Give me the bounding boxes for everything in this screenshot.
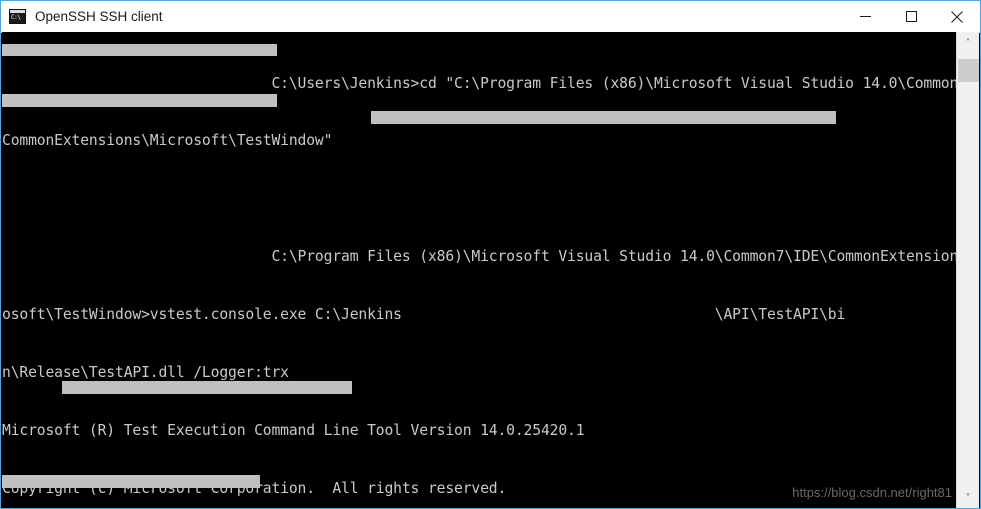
console-output[interactable]: C:\Users\Jenkins>cd "C:\Program Files (x… — [2, 32, 957, 508]
console-line: C:\Users\Jenkins>cd "C:\Program Files (x… — [2, 74, 957, 92]
scroll-down-arrow-icon[interactable]: ˅ — [957, 487, 979, 508]
redaction-bar — [62, 381, 352, 394]
vertical-scrollbar[interactable]: ˄ ˅ — [956, 32, 979, 508]
title-bar: OpenSSH SSH client — [1, 1, 980, 33]
redaction-bar — [2, 44, 277, 56]
minimize-button[interactable] — [842, 2, 888, 32]
redaction-bar — [2, 475, 260, 488]
scroll-up-arrow-icon[interactable]: ˄ — [957, 32, 979, 54]
console-line: C:\Program Files (x86)\Microsoft Visual … — [2, 248, 957, 266]
console-line: Microsoft (R) Test Execution Command Lin… — [2, 421, 585, 439]
console-line: CommonExtensions\Microsoft\TestWindow" — [2, 132, 333, 150]
console-line: osoft\TestWindow>vstest.console.exe C:\J… — [2, 306, 846, 324]
window-title: OpenSSH SSH client — [35, 9, 163, 24]
console-app-icon — [9, 9, 26, 24]
scrollbar-thumb[interactable] — [958, 59, 979, 82]
terminal-window: OpenSSH SSH client C:\Users\Jenkins>cd "… — [0, 0, 981, 509]
maximize-button[interactable] — [888, 2, 934, 32]
console-line: n\Release\TestAPI.dll /Logger:trx — [2, 364, 289, 382]
close-button[interactable] — [934, 2, 980, 32]
redaction-bar — [371, 111, 836, 124]
redaction-bar — [2, 94, 277, 107]
